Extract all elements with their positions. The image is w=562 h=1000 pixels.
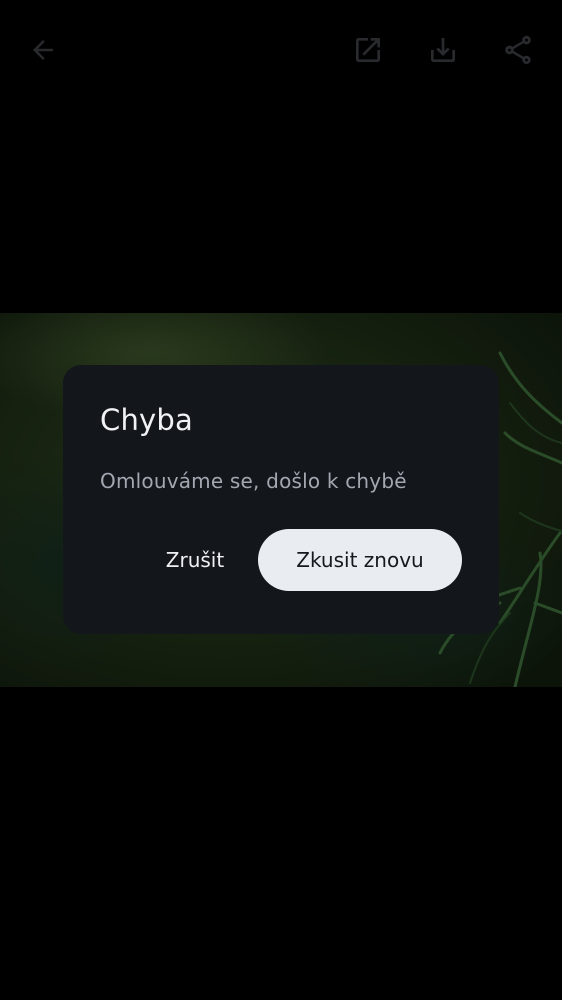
image-viewer-screen: Chyba Omlouváme se, došlo k chybě Zrušit… — [0, 0, 562, 1000]
retry-button-label: Zkusit znovu — [296, 548, 424, 572]
error-dialog: Chyba Omlouváme se, došlo k chybě Zrušit… — [63, 365, 499, 634]
dialog-title: Chyba — [100, 403, 193, 437]
dialog-message: Omlouváme se, došlo k chybě — [100, 469, 407, 493]
cancel-button-label: Zrušit — [165, 548, 225, 572]
cancel-button[interactable]: Zrušit — [147, 529, 243, 591]
retry-button[interactable]: Zkusit znovu — [258, 529, 462, 591]
